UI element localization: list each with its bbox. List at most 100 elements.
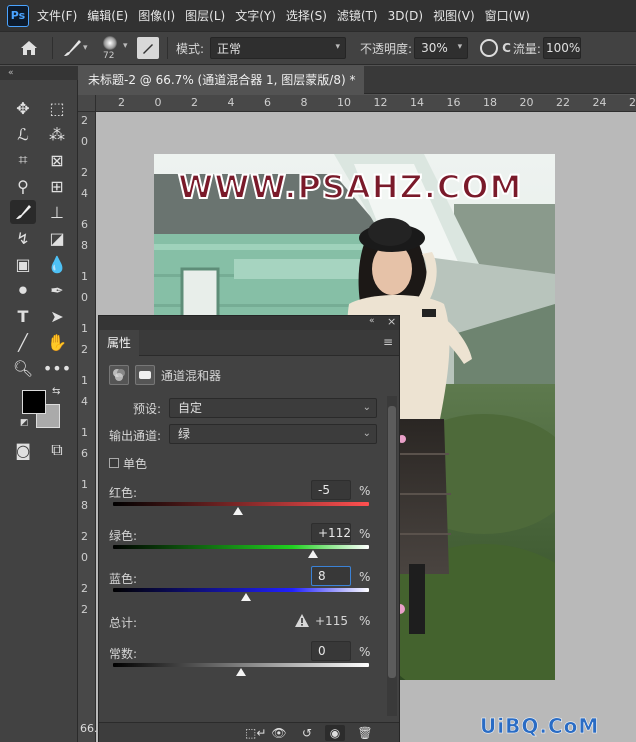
type-tool-icon[interactable]: T	[10, 304, 36, 328]
pressure-opacity-icon[interactable]	[480, 39, 499, 57]
red-slider-track[interactable]	[113, 502, 369, 506]
default-colors-icon[interactable]: ◩	[20, 418, 29, 428]
tab-properties[interactable]: 属性	[99, 330, 139, 356]
preset-value: 自定	[178, 401, 203, 415]
red-percent-sign: %	[359, 484, 371, 498]
menu-type[interactable]: 文字(Y)	[235, 7, 276, 24]
quick-mask-icon[interactable]: ◙	[10, 438, 36, 462]
gradient-tool-icon[interactable]: ▣	[10, 252, 36, 276]
collapse-panel-icon[interactable]: «	[0, 66, 78, 80]
lasso-tool-icon[interactable]: ℒ	[10, 122, 36, 146]
home-icon[interactable]	[14, 33, 44, 63]
ruler-label: 1	[81, 270, 88, 283]
magic-wand-tool-icon[interactable]: ⁂	[44, 122, 70, 146]
ruler-label: 4	[227, 96, 235, 109]
foreground-color-swatch[interactable]	[22, 390, 46, 414]
path-selection-tool-icon[interactable]: ➤	[44, 304, 70, 328]
red-slider-thumb[interactable]	[232, 507, 243, 515]
constant-slider-track[interactable]	[113, 663, 369, 667]
monochrome-label: 单色	[123, 457, 148, 471]
dodge-tool-icon[interactable]: ⚫	[10, 278, 36, 302]
blue-slider-track[interactable]	[113, 588, 369, 592]
eraser-tool-icon[interactable]: ◪	[44, 226, 70, 250]
zoom-level[interactable]: 66.	[80, 722, 98, 735]
document-tab-strip: 未标题-2 @ 66.7% (通道混合器 1, 图层蒙版/8) * ×	[78, 66, 636, 94]
brush-tool-preset-icon[interactable]: ▾	[61, 33, 95, 63]
adjustment-layer-icon	[109, 365, 129, 385]
collapse-panel-icon[interactable]: «	[369, 316, 375, 326]
pen-tool-icon[interactable]: ✒	[44, 278, 70, 302]
visibility-icon[interactable]: ◉	[325, 725, 345, 741]
mode-select[interactable]: 正常 ▾	[210, 37, 347, 59]
swap-colors-icon[interactable]: ⇆	[52, 386, 60, 397]
menu-window[interactable]: 窗口(W)	[485, 7, 530, 24]
clone-stamp-tool-icon[interactable]: ⊥	[44, 200, 70, 224]
ruler-label: 20	[519, 96, 534, 109]
trash-icon[interactable]: 🗑︎	[355, 725, 375, 741]
document-tab[interactable]: 未标题-2 @ 66.7% (通道混合器 1, 图层蒙版/8) * ×	[78, 66, 364, 94]
opacity-field[interactable]: 30% ▾	[414, 37, 469, 59]
separator	[167, 37, 168, 59]
close-icon[interactable]: ×	[387, 315, 396, 328]
ruler-origin[interactable]	[78, 95, 96, 112]
green-value-field[interactable]: +112	[311, 523, 351, 543]
ruler-label: 8	[81, 239, 88, 252]
panel-scrollbar-thumb[interactable]	[388, 406, 396, 678]
menu-file[interactable]: 文件(F)	[37, 7, 77, 24]
menu-edit[interactable]: 编辑(E)	[87, 7, 128, 24]
red-value-field[interactable]: -5	[311, 480, 351, 500]
menu-3d[interactable]: 3D(D)	[388, 9, 423, 23]
screen-mode-icon[interactable]: ⧉	[44, 438, 70, 462]
eyedropper-tool-icon[interactable]: ⚲	[10, 174, 36, 198]
ruler-label: 1	[81, 322, 88, 335]
zoom-tool-icon[interactable]: 🔍︎	[10, 356, 36, 380]
more-tools-icon[interactable]: •••	[43, 356, 71, 380]
vertical-ruler[interactable]: 20246810121416182022	[78, 112, 96, 742]
monochrome-checkbox[interactable]	[109, 458, 119, 468]
horizontal-ruler[interactable]: 202468101214161820222426	[96, 95, 636, 112]
ruler-label: 4	[81, 395, 88, 408]
marquee-tool-icon[interactable]: ⬚	[44, 96, 70, 120]
blue-label: 蓝色:	[109, 572, 138, 586]
ruler-label: 2	[81, 114, 88, 127]
panel-scrollbar[interactable]	[387, 396, 397, 716]
view-previous-state-icon[interactable]: 👁︎	[269, 725, 289, 741]
menu-image[interactable]: 图像(I)	[138, 7, 175, 24]
green-slider-track[interactable]	[113, 545, 369, 549]
flow-field[interactable]: 100%	[542, 37, 581, 59]
history-brush-tool-icon[interactable]: ↯	[10, 226, 36, 250]
canvas-scroll-area[interactable]	[615, 112, 636, 742]
preset-label: 预设:	[133, 402, 162, 416]
brush-settings-icon[interactable]	[137, 37, 159, 59]
chevron-down-icon: ▾	[457, 42, 463, 52]
constant-value-field[interactable]: 0	[311, 641, 351, 661]
opacity-label: 不透明度:	[360, 41, 413, 56]
hand-tool-icon[interactable]: ✋	[44, 330, 70, 354]
crop-tool-icon[interactable]: ⌗	[10, 148, 36, 172]
constant-slider-thumb[interactable]	[236, 668, 246, 676]
chevron-down-icon: ⌄	[362, 428, 371, 439]
brush-tool-icon[interactable]	[10, 200, 36, 224]
blue-slider-thumb[interactable]	[241, 593, 252, 601]
menu-filter[interactable]: 滤镜(T)	[337, 7, 378, 24]
panel-menu-icon[interactable]: ≡	[383, 335, 393, 349]
ruler-label: 22	[556, 96, 570, 109]
ruler-label: 24	[592, 96, 607, 109]
blur-tool-icon[interactable]: 💧	[44, 252, 70, 276]
menu-select[interactable]: 选择(S)	[286, 7, 327, 24]
menu-view[interactable]: 视图(V)	[433, 7, 475, 24]
reset-icon[interactable]: ↺	[297, 725, 317, 741]
blue-value-field[interactable]: 8	[311, 566, 351, 586]
green-slider-thumb[interactable]	[307, 550, 318, 558]
brush-size-picker[interactable]: 72 ▾	[95, 33, 135, 63]
menu-layer[interactable]: 图层(L)	[185, 7, 225, 24]
clip-to-layer-icon[interactable]: ⬚↵	[245, 725, 266, 741]
layer-mask-icon[interactable]	[135, 365, 155, 385]
move-tool-icon[interactable]: ✥	[10, 96, 36, 120]
line-tool-icon[interactable]: ╱	[10, 330, 36, 354]
frame-tool-icon[interactable]: ⊠	[44, 148, 70, 172]
output-channel-select[interactable]: 绿 ⌄	[169, 424, 377, 444]
preset-select[interactable]: 自定 ⌄	[169, 398, 377, 418]
spot-healing-tool-icon[interactable]: ⊞	[44, 174, 70, 198]
ruler-label: 16	[446, 96, 461, 109]
